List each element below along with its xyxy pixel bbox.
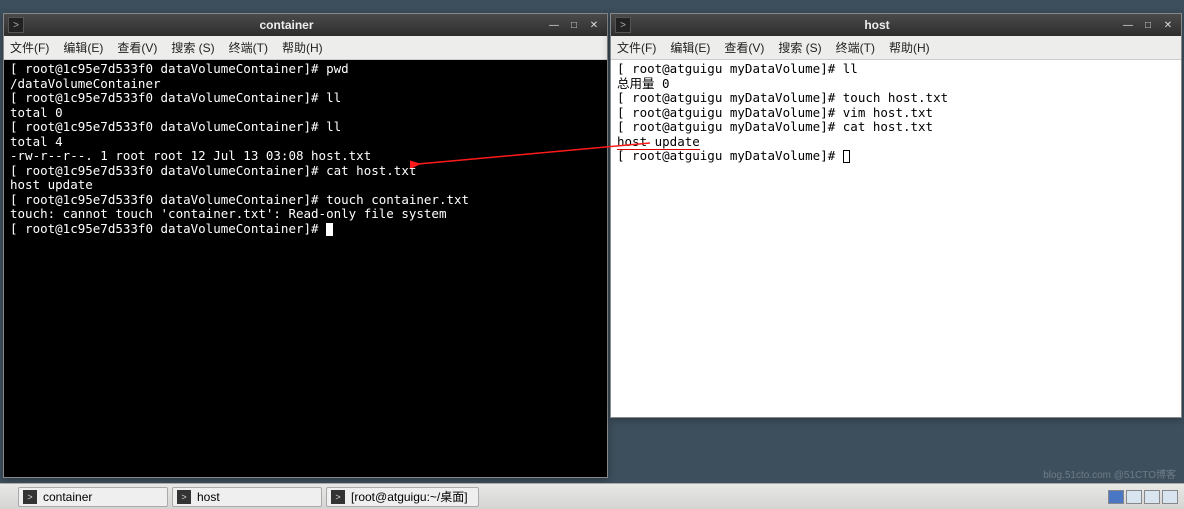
taskbar-item-container[interactable]: > container xyxy=(18,487,168,507)
maximize-button[interactable]: □ xyxy=(565,18,583,32)
taskbar-item-desktop[interactable]: > [root@atguigu:~/桌面] xyxy=(326,487,479,507)
menu-edit[interactable]: 编辑(E) xyxy=(670,39,710,56)
maximize-button[interactable]: □ xyxy=(1139,18,1157,32)
close-button[interactable]: ✕ xyxy=(585,18,603,32)
highlighted-output: host update xyxy=(617,134,700,150)
menu-view[interactable]: 查看(V) xyxy=(117,39,157,56)
terminal-container[interactable]: [ root@1c95e7d533f0 dataVolumeContainer]… xyxy=(4,60,607,477)
menubar-container: 文件(F) 编辑(E) 查看(V) 搜索 (S) 终端(T) 帮助(H) xyxy=(4,36,607,60)
titlebar-container[interactable]: > container — □ ✕ xyxy=(4,14,607,36)
terminal-icon: > xyxy=(177,490,191,504)
menu-help[interactable]: 帮助(H) xyxy=(889,39,930,56)
taskbar: > container > host > [root@atguigu:~/桌面] xyxy=(0,483,1184,509)
close-button[interactable]: ✕ xyxy=(1159,18,1177,32)
menu-terminal[interactable]: 终端(T) xyxy=(229,39,268,56)
watermark: blog.51cto.com @51CTO博客 xyxy=(1043,466,1176,481)
minimize-button[interactable]: — xyxy=(545,18,563,32)
taskbar-label: [root@atguigu:~/桌面] xyxy=(351,488,468,505)
taskbar-item-host[interactable]: > host xyxy=(172,487,322,507)
window-title: container xyxy=(30,18,543,32)
taskbar-label: container xyxy=(43,490,92,504)
taskbar-tray xyxy=(1108,490,1178,504)
terminal-icon: > xyxy=(331,490,345,504)
terminal-icon: > xyxy=(615,17,631,33)
menubar-host: 文件(F) 编辑(E) 查看(V) 搜索 (S) 终端(T) 帮助(H) xyxy=(611,36,1181,60)
menu-view[interactable]: 查看(V) xyxy=(724,39,764,56)
cursor xyxy=(326,223,333,236)
terminal-icon: > xyxy=(8,17,24,33)
menu-search[interactable]: 搜索 (S) xyxy=(171,39,214,56)
menu-edit[interactable]: 编辑(E) xyxy=(63,39,103,56)
titlebar-host[interactable]: > host — □ ✕ xyxy=(611,14,1181,36)
workspace-pager-4[interactable] xyxy=(1162,490,1178,504)
menu-file[interactable]: 文件(F) xyxy=(617,39,656,56)
menu-file[interactable]: 文件(F) xyxy=(10,39,49,56)
workspace-pager-2[interactable] xyxy=(1126,490,1142,504)
window-title: host xyxy=(637,18,1117,32)
window-host: > host — □ ✕ 文件(F) 编辑(E) 查看(V) 搜索 (S) 终端… xyxy=(610,13,1182,418)
menu-search[interactable]: 搜索 (S) xyxy=(778,39,821,56)
terminal-host[interactable]: [ root@atguigu myDataVolume]# ll 总用量 0 [… xyxy=(611,60,1181,417)
terminal-icon: > xyxy=(23,490,37,504)
cursor xyxy=(843,150,850,163)
menu-help[interactable]: 帮助(H) xyxy=(282,39,323,56)
minimize-button[interactable]: — xyxy=(1119,18,1137,32)
taskbar-label: host xyxy=(197,490,220,504)
window-container: > container — □ ✕ 文件(F) 编辑(E) 查看(V) 搜索 (… xyxy=(3,13,608,478)
workspace-pager-1[interactable] xyxy=(1108,490,1124,504)
menu-terminal[interactable]: 终端(T) xyxy=(836,39,875,56)
workspace-pager-3[interactable] xyxy=(1144,490,1160,504)
